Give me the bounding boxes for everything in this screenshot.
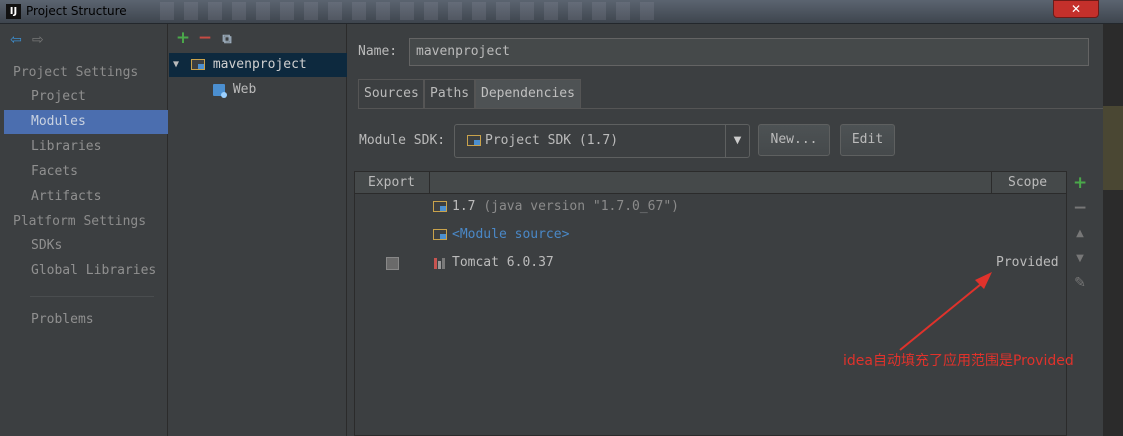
annotation-arrow (899, 272, 992, 351)
arrow-line (899, 279, 987, 351)
annotation-text: idea自动填充了应用范围是Provided (843, 353, 1074, 369)
